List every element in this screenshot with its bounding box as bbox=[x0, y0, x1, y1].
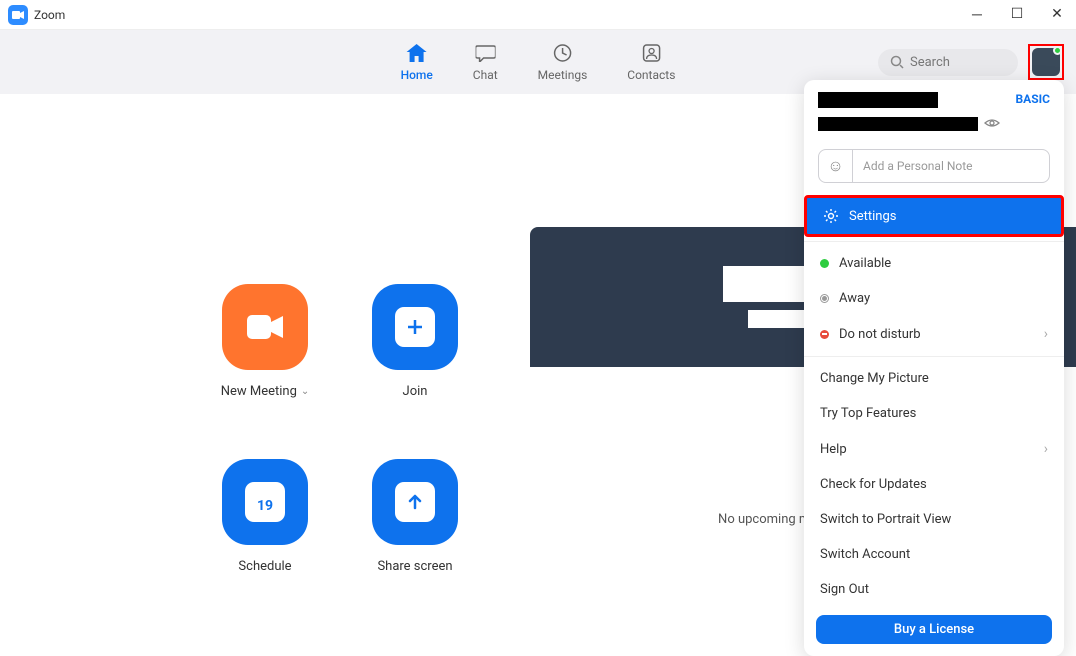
menu-settings[interactable]: Settings bbox=[804, 195, 1064, 237]
nav-meetings-label: Meetings bbox=[538, 68, 588, 82]
share-screen-button[interactable] bbox=[372, 459, 458, 545]
maximize-button[interactable]: ☐ bbox=[1006, 6, 1028, 23]
contacts-icon bbox=[641, 42, 661, 64]
profile-menu: BASIC ☺ Add a Personal Note Settings Ava… bbox=[804, 80, 1064, 656]
new-meeting-label: New Meeting bbox=[221, 384, 297, 399]
nav-chat[interactable]: Chat bbox=[473, 42, 498, 82]
join-label: Join bbox=[403, 384, 428, 399]
chevron-right-icon: › bbox=[1044, 441, 1048, 457]
share-screen-label: Share screen bbox=[377, 559, 452, 574]
status-dnd-icon bbox=[820, 330, 829, 339]
menu-switch-account[interactable]: Switch Account bbox=[804, 537, 1064, 572]
divider bbox=[804, 241, 1064, 242]
status-dot-icon bbox=[1053, 46, 1062, 55]
search-placeholder: Search bbox=[910, 55, 950, 70]
zoom-logo-icon bbox=[8, 5, 28, 25]
menu-sign-out[interactable]: Sign Out bbox=[804, 572, 1064, 607]
close-button[interactable]: ✕ bbox=[1046, 6, 1068, 23]
divider bbox=[804, 356, 1064, 357]
menu-help[interactable]: Help › bbox=[804, 431, 1064, 467]
nav-meetings[interactable]: Meetings bbox=[538, 42, 588, 82]
gear-icon bbox=[823, 208, 839, 224]
calendar-icon: 19 bbox=[245, 482, 285, 522]
menu-try-features[interactable]: Try Top Features bbox=[804, 396, 1064, 431]
menu-status-available[interactable]: Available bbox=[804, 246, 1064, 281]
status-away-label: Away bbox=[839, 291, 870, 306]
chat-icon bbox=[475, 42, 495, 64]
nav-contacts-label: Contacts bbox=[627, 68, 675, 82]
window-title: Zoom bbox=[34, 8, 65, 22]
menu-status-dnd[interactable]: Do not disturb › bbox=[804, 316, 1064, 352]
menu-change-picture[interactable]: Change My Picture bbox=[804, 361, 1064, 396]
account-badge: BASIC bbox=[1016, 92, 1050, 106]
profile-avatar-highlight bbox=[1028, 44, 1064, 80]
status-away-icon bbox=[820, 294, 829, 303]
schedule-button[interactable]: 19 bbox=[222, 459, 308, 545]
status-dnd-label: Do not disturb bbox=[839, 327, 921, 342]
clock-icon bbox=[552, 42, 572, 64]
search-icon bbox=[890, 55, 904, 69]
eye-icon[interactable] bbox=[984, 114, 1000, 133]
new-meeting-button[interactable] bbox=[222, 284, 308, 370]
personal-note-input[interactable]: ☺ Add a Personal Note bbox=[818, 149, 1050, 183]
menu-check-updates[interactable]: Check for Updates bbox=[804, 467, 1064, 502]
actions-panel: New Meeting ⌄ Join 19 Schedule bbox=[0, 94, 530, 633]
nav-chat-label: Chat bbox=[473, 68, 498, 82]
share-icon bbox=[395, 482, 435, 522]
menu-portrait-view[interactable]: Switch to Portrait View bbox=[804, 502, 1064, 537]
nav-home-label: Home bbox=[401, 68, 433, 82]
chevron-right-icon: › bbox=[1044, 326, 1048, 342]
svg-text:19: 19 bbox=[257, 498, 273, 514]
redacted-email bbox=[818, 117, 978, 131]
schedule-label: Schedule bbox=[238, 559, 291, 574]
nav-contacts[interactable]: Contacts bbox=[627, 42, 675, 82]
window-controls: ─ ☐ ✕ bbox=[966, 6, 1068, 23]
home-icon bbox=[406, 42, 428, 64]
plus-icon bbox=[395, 307, 435, 347]
redacted-username bbox=[818, 92, 938, 108]
video-icon bbox=[245, 313, 285, 341]
titlebar: Zoom ─ ☐ ✕ bbox=[0, 0, 1076, 30]
buy-license-button[interactable]: Buy a License bbox=[816, 615, 1052, 644]
join-button[interactable] bbox=[372, 284, 458, 370]
menu-settings-label: Settings bbox=[849, 209, 896, 224]
status-available-label: Available bbox=[839, 256, 891, 271]
minimize-button[interactable]: ─ bbox=[966, 6, 988, 23]
status-available-icon bbox=[820, 259, 829, 268]
chevron-down-icon[interactable]: ⌄ bbox=[301, 386, 309, 397]
search-input[interactable]: Search bbox=[878, 49, 1018, 76]
menu-status-away[interactable]: Away bbox=[804, 281, 1064, 316]
profile-avatar[interactable] bbox=[1032, 48, 1060, 76]
emoji-icon[interactable]: ☺ bbox=[819, 150, 853, 182]
note-placeholder: Add a Personal Note bbox=[853, 150, 1049, 182]
nav-home[interactable]: Home bbox=[401, 42, 433, 82]
